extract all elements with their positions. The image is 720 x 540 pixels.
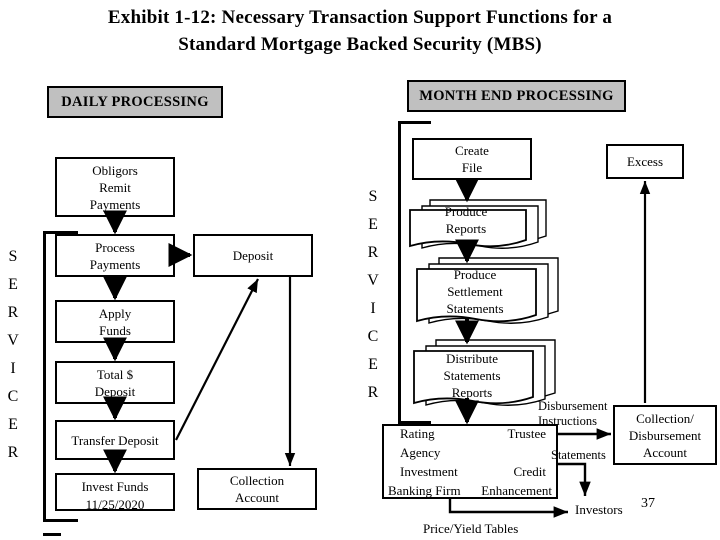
arrow-price-yield-to-investors [448,499,568,518]
connector-layer [103,178,651,518]
arrow-statements-to-investors [558,462,591,496]
slide-canvas: Exhibit 1-12: Necessary Transaction Supp… [0,0,720,540]
arrow-transfer-to-deposit-diagonal [175,278,259,441]
